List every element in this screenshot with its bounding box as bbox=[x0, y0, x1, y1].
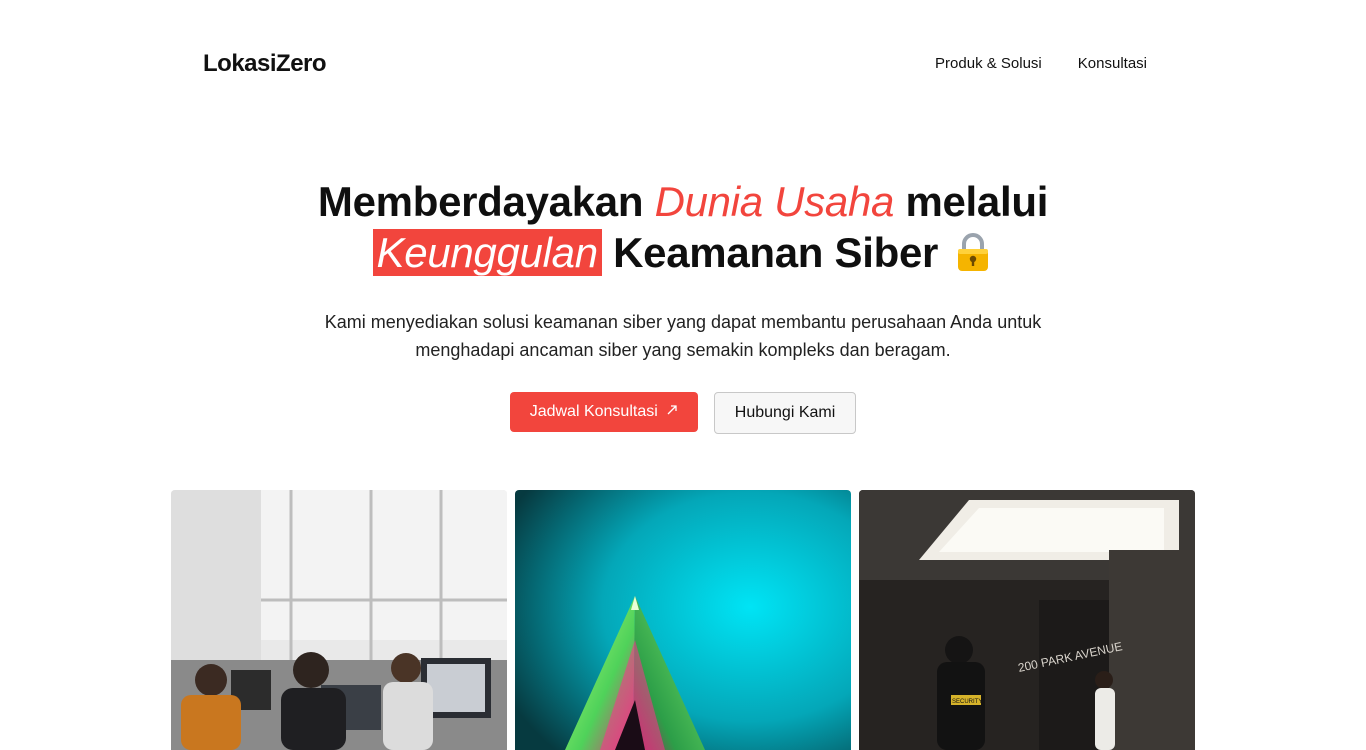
hero-subtitle: Kami menyediakan solusi keamanan siber y… bbox=[324, 312, 1042, 360]
hero-section: Memberdayakan Dunia Usaha melalui Keungg… bbox=[0, 176, 1366, 434]
image-gallery: 200 PARK AVENUE SECURITY bbox=[171, 490, 1195, 750]
hero-buttons: Jadwal Konsultasi Hubungi Kami bbox=[0, 392, 1366, 434]
brand-logo[interactable]: LokasiZero bbox=[203, 50, 327, 78]
security-guard-lobby-image: 200 PARK AVENUE SECURITY bbox=[859, 490, 1195, 750]
hubungi-kami-button[interactable]: Hubungi Kami bbox=[713, 392, 857, 434]
lock-icon bbox=[953, 231, 993, 273]
hero-title-part3: Keamanan Siber bbox=[613, 229, 939, 276]
hero-title-accent-dunia-usaha: Dunia Usaha bbox=[654, 178, 895, 225]
hero-title-part2: melalui bbox=[905, 178, 1049, 225]
jadwal-konsultasi-button[interactable]: Jadwal Konsultasi bbox=[509, 392, 698, 432]
main-nav: Produk & Solusi Konsultasi bbox=[935, 55, 1147, 72]
hero-title: Memberdayakan Dunia Usaha melalui Keungg… bbox=[0, 176, 1366, 278]
hero-title-part1: Memberdayakan bbox=[317, 178, 644, 225]
site-header: LokasiZero Produk & Solusi Konsultasi bbox=[0, 0, 1366, 130]
office-workers-image bbox=[171, 490, 507, 750]
jadwal-konsultasi-label: Jadwal Konsultasi bbox=[529, 403, 658, 420]
crystal-pyramid-image bbox=[515, 490, 851, 750]
nav-item-produk-solusi[interactable]: Produk & Solusi bbox=[935, 55, 1042, 72]
nav-item-konsultasi[interactable]: Konsultasi bbox=[1078, 55, 1147, 72]
external-link-icon bbox=[666, 403, 678, 421]
hero-title-accent-keunggulan: Keunggulan bbox=[372, 229, 602, 276]
security-label-text: SECURITY bbox=[952, 699, 982, 705]
